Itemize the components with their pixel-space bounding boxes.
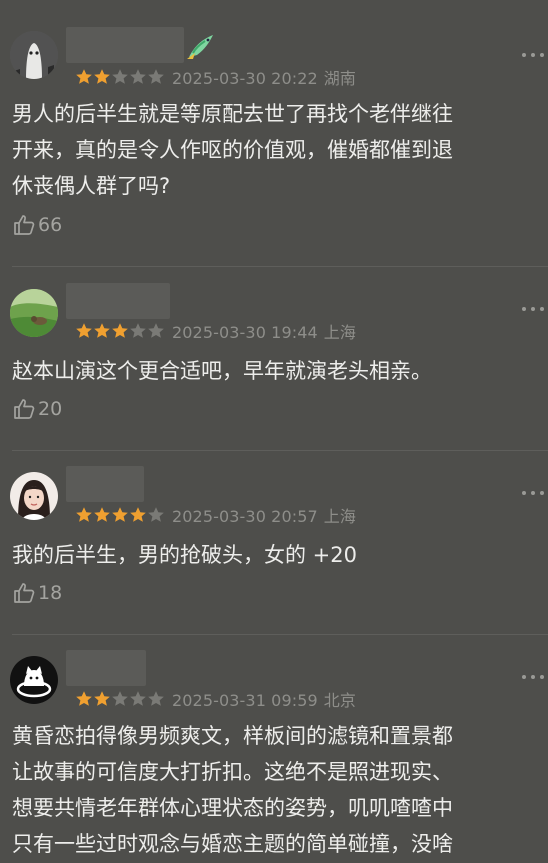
comment-location: 上海 (323, 507, 356, 526)
divider (12, 266, 548, 267)
comment-meta: 2025-03-30 20:22 湖南 (75, 67, 356, 88)
comment-meta: 2025-03-31 09:59 北京 (75, 689, 356, 710)
star-filled-icon (112, 323, 128, 338)
star-empty-icon (148, 323, 164, 338)
star-filled-icon (76, 691, 92, 706)
more-options-button[interactable] (522, 305, 544, 313)
star-empty-icon (148, 507, 164, 522)
star-filled-icon (76, 69, 92, 84)
star-empty-icon (148, 691, 164, 706)
comment-text: 我的后半生，男的抢破头，女的 +20 (12, 543, 357, 567)
star-filled-icon (76, 507, 92, 522)
rating-stars (75, 322, 165, 340)
rating-stars (75, 690, 165, 708)
comment-date: 2025-03-30 20:57 (172, 507, 318, 526)
rating-stars (75, 68, 165, 86)
thumbs-up-icon (14, 399, 35, 419)
landscape-avatar[interactable] (10, 289, 58, 337)
username-blurred[interactable] (66, 283, 170, 319)
thumbs-up-icon (14, 215, 35, 235)
more-options-button[interactable] (522, 51, 544, 59)
star-filled-icon (94, 323, 110, 338)
divider (12, 634, 548, 635)
star-filled-icon (112, 507, 128, 522)
comment-text: 赵本山演这个更合适吧，早年就演老头相亲。 (12, 359, 432, 383)
username-blurred[interactable] (66, 466, 144, 502)
like-count: 20 (38, 398, 63, 420)
thumbs-up-icon (14, 583, 35, 603)
more-options-button[interactable] (522, 673, 544, 681)
star-empty-icon (112, 691, 128, 706)
star-empty-icon (148, 69, 164, 84)
star-empty-icon (112, 69, 128, 84)
comment-location: 湖南 (323, 69, 356, 88)
divider (12, 450, 548, 451)
like-button[interactable]: 20 (12, 396, 62, 422)
like-count: 18 (38, 582, 63, 604)
star-filled-icon (76, 323, 92, 338)
comment-location: 北京 (323, 691, 356, 710)
ghost-avatar[interactable] (10, 31, 58, 79)
comment-text: 黄昏恋拍得像男频爽文，样板间的滤镜和置景都 让故事的可信度大打折扣。这绝不是照进… (12, 724, 453, 856)
comment-text: 男人的后半生就是等原配去世了再找个老伴继往 开来，真的是令人作呕的价值观，催婚都… (12, 102, 453, 198)
comment-location: 上海 (323, 323, 356, 342)
star-empty-icon (130, 69, 146, 84)
star-filled-icon (130, 507, 146, 522)
girl-avatar[interactable] (10, 472, 58, 520)
like-button[interactable]: 18 (12, 580, 62, 606)
like-button[interactable]: 66 (12, 212, 62, 238)
username-blurred[interactable] (66, 650, 146, 686)
comment-date: 2025-03-30 20:22 (172, 69, 318, 88)
green-bird-badge (185, 31, 215, 61)
comment-meta: 2025-03-30 19:44 上海 (75, 321, 356, 342)
like-count: 66 (38, 214, 63, 236)
comment-meta: 2025-03-30 20:57 上海 (75, 505, 356, 526)
star-empty-icon (130, 323, 146, 338)
cat-avatar[interactable] (10, 656, 58, 704)
rating-stars (75, 506, 165, 524)
more-options-button[interactable] (522, 489, 544, 497)
star-filled-icon (94, 507, 110, 522)
comment-date: 2025-03-30 19:44 (172, 323, 318, 342)
comment-date: 2025-03-31 09:59 (172, 691, 318, 710)
username-blurred[interactable] (66, 27, 184, 63)
star-filled-icon (94, 691, 110, 706)
star-filled-icon (94, 69, 110, 84)
star-empty-icon (130, 691, 146, 706)
